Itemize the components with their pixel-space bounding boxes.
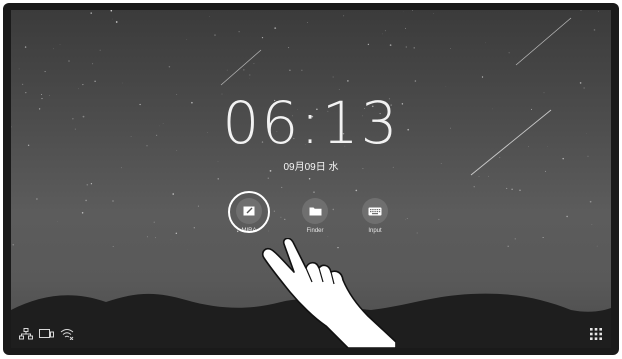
display-cast-icon[interactable] (39, 328, 54, 340)
clock-time: 06:13 (222, 89, 400, 157)
folder-icon (302, 198, 328, 224)
tap-highlight-ring (228, 191, 270, 233)
wifi-off-icon[interactable] (60, 328, 74, 340)
network-icon[interactable] (19, 328, 33, 340)
clock-date: 09月09日 水 (283, 162, 339, 173)
home-screen: 06:13 09月09日 水 MIRA Finder Input (11, 10, 611, 348)
status-bar (19, 328, 74, 340)
apps-grid-icon[interactable] (590, 328, 602, 340)
app-input[interactable]: Input (355, 198, 395, 234)
pointing-hand-icon (261, 238, 396, 348)
app-label: Finder (306, 228, 324, 234)
app-label: Input (368, 228, 382, 234)
keyboard-icon (362, 198, 388, 224)
app-finder[interactable]: Finder (295, 198, 335, 234)
